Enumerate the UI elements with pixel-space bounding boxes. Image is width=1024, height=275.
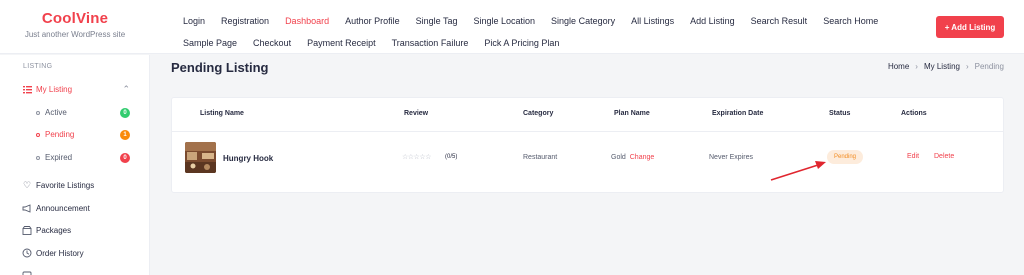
plan-name: Gold Change <box>611 154 654 161</box>
delete-link[interactable]: Delete <box>934 153 954 160</box>
edit-link[interactable]: Edit <box>907 153 919 160</box>
bullet-icon <box>36 132 40 137</box>
nav-checkout[interactable]: Checkout <box>253 32 291 54</box>
sidebar-item-announcement[interactable]: Announcement <box>22 203 134 213</box>
divider <box>172 131 1003 132</box>
chevron-right-icon: › <box>915 62 918 71</box>
menu-icon <box>22 270 32 275</box>
sidebar-item-order-history[interactable]: Order History <box>22 248 134 258</box>
sidebar-subitem-pending[interactable]: Pending 1 <box>36 129 134 140</box>
listing-thumbnail[interactable] <box>185 142 216 173</box>
heart-icon: ♡ <box>22 179 32 190</box>
column-header-review: Review <box>404 110 429 117</box>
main-nav: Login Registration Dashboard Author Prof… <box>183 10 918 54</box>
column-header-category: Category <box>523 110 554 117</box>
listing-table: Listing Name Review Category Plan Name E… <box>171 97 1004 193</box>
list-icon <box>22 84 32 94</box>
add-listing-button[interactable]: + Add Listing <box>936 16 1004 38</box>
sidebar-item-my-listing[interactable]: My Listing ⌃ <box>22 84 134 94</box>
breadcrumb-home[interactable]: Home <box>888 62 909 71</box>
column-header-listing-name: Listing Name <box>200 110 244 117</box>
sidebar-item-label: My Listing <box>36 84 73 94</box>
clock-icon <box>22 248 32 258</box>
count-badge: 1 <box>120 129 130 140</box>
sidebar-item-next[interactable] <box>22 270 134 275</box>
bullet-icon <box>36 155 40 160</box>
rating-stars: ☆☆☆☆☆ <box>402 154 431 161</box>
nav-dashboard[interactable]: Dashboard <box>285 10 329 32</box>
status-badge: Pending <box>827 150 863 164</box>
nav-login[interactable]: Login <box>183 10 205 32</box>
nav-single-category[interactable]: Single Category <box>551 10 615 32</box>
plan-label: Gold <box>611 154 626 161</box>
site-header: CoolVine Just another WordPress site Log… <box>0 0 1024 54</box>
sidebar-item-label: Favorite Listings <box>36 180 95 190</box>
column-header-actions: Actions <box>901 110 927 117</box>
nav-add-listing[interactable]: Add Listing <box>690 10 735 32</box>
sidebar-subitem-label: Active <box>45 108 67 117</box>
sidebar-item-label: Order History <box>36 248 84 258</box>
column-header-status: Status <box>829 110 851 117</box>
sidebar-item-label: Packages <box>36 225 72 235</box>
bullet-icon <box>36 110 40 115</box>
sidebar-item-packages[interactable]: Packages <box>22 225 134 235</box>
sidebar-subitem-expired[interactable]: Expired 0 <box>36 152 134 163</box>
column-header-expiration-date: Expiration Date <box>712 110 764 117</box>
nav-search-home[interactable]: Search Home <box>823 10 878 32</box>
nav-search-result[interactable]: Search Result <box>751 10 808 32</box>
chevron-right-icon: › <box>965 62 969 71</box>
listing-category: Restaurant <box>523 154 558 161</box>
listing-name[interactable]: Hungry Hook <box>223 154 273 163</box>
chevron-up-icon[interactable]: ⌃ <box>122 84 130 95</box>
nav-pricing-plan[interactable]: Pick A Pricing Plan <box>484 32 559 54</box>
breadcrumb-current: Pending <box>974 62 1004 71</box>
megaphone-icon <box>22 203 32 213</box>
site-tagline: Just another WordPress site <box>24 30 126 39</box>
nav-sample-page[interactable]: Sample Page <box>183 32 237 54</box>
sidebar-subitem-label: Expired <box>45 153 73 162</box>
nav-all-listings[interactable]: All Listings <box>631 10 674 32</box>
breadcrumb: Home › My Listing › Pending <box>888 62 1004 71</box>
dashboard-sidebar: LISTING My Listing ⌃ Active 0 Pending 1 … <box>0 55 150 275</box>
nav-single-location[interactable]: Single Location <box>474 10 536 32</box>
review-count: (0/5) <box>445 154 458 160</box>
nav-transaction-failure[interactable]: Transaction Failure <box>392 32 469 54</box>
nav-payment-receipt[interactable]: Payment Receipt <box>307 32 376 54</box>
page-title: Pending Listing <box>171 60 269 75</box>
sidebar-item-favorites[interactable]: ♡ Favorite Listings <box>22 180 134 190</box>
package-icon <box>22 225 32 235</box>
sidebar-subitem-active[interactable]: Active 0 <box>36 107 134 118</box>
count-badge: 0 <box>120 152 130 163</box>
brand[interactable]: CoolVine Just another WordPress site <box>0 10 150 39</box>
sidebar-heading: LISTING <box>23 63 53 70</box>
count-badge: 0 <box>120 107 130 118</box>
nav-author-profile[interactable]: Author Profile <box>345 10 400 32</box>
sidebar-subitem-label: Pending <box>45 130 75 139</box>
breadcrumb-my-listing[interactable]: My Listing <box>924 62 960 71</box>
column-header-plan-name: Plan Name <box>614 110 650 117</box>
nav-single-tag[interactable]: Single Tag <box>416 10 458 32</box>
sidebar-item-label: Announcement <box>36 203 90 213</box>
site-title[interactable]: CoolVine <box>0 10 150 27</box>
nav-registration[interactable]: Registration <box>221 10 269 32</box>
change-plan-link[interactable]: Change <box>630 154 655 161</box>
expiration-date: Never Expires <box>709 154 753 161</box>
